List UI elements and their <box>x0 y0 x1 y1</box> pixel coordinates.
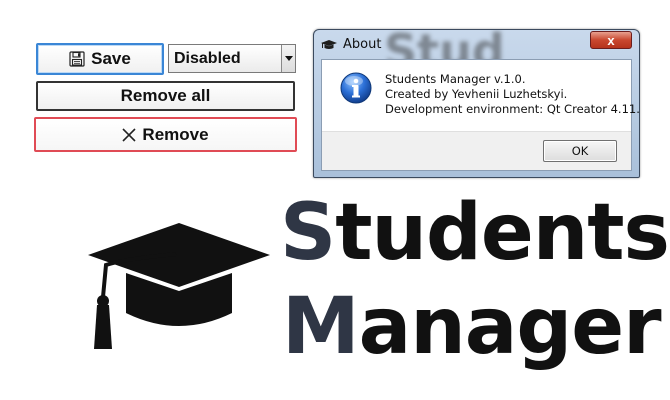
dialog-title: About <box>343 36 382 52</box>
remove-label: Remove <box>142 124 209 144</box>
save-button[interactable]: Save <box>36 43 164 75</box>
remove-button[interactable]: Remove <box>34 117 297 152</box>
floppy-disk-icon <box>69 51 85 67</box>
save-label: Save <box>91 49 131 68</box>
remove-all-label: Remove all <box>120 86 211 105</box>
remove-all-button[interactable]: Remove all <box>36 81 295 111</box>
dialog-message: Students Manager v.1.0. Created by Yevhe… <box>385 72 640 117</box>
about-dialog: Stud About x Students Manager v.1.0. Cre… <box>313 29 640 178</box>
ok-button[interactable]: OK <box>543 140 617 162</box>
logo-text-line2: Manager <box>282 282 662 372</box>
dialog-button-bar: OK <box>322 131 631 170</box>
information-icon <box>340 72 372 104</box>
dialog-message-line: Students Manager v.1.0. <box>385 72 526 86</box>
screen: Save Disabled Remove all Remove Stud Abo… <box>0 0 670 400</box>
graduation-cap-icon <box>84 221 274 361</box>
logo-initial: S <box>280 188 336 278</box>
ok-label: OK <box>571 144 589 158</box>
x-mark-icon <box>122 127 136 142</box>
chevron-down-icon[interactable] <box>281 45 295 72</box>
dialog-message-line: Development environment: Qt Creator 4.11… <box>385 102 640 116</box>
logo-text-line1: Students <box>280 188 670 278</box>
mode-select-value: Disabled <box>174 49 241 67</box>
logo-word-rest: anager <box>358 282 662 372</box>
dialog-message-line: Created by Yevhenii Luzhetskyi. <box>385 87 568 101</box>
mode-select[interactable]: Disabled <box>168 44 296 73</box>
close-icon: x <box>607 32 615 48</box>
dialog-content: Students Manager v.1.0. Created by Yevhe… <box>321 59 639 171</box>
close-button[interactable]: x <box>590 31 632 49</box>
logo-word-rest: tudents <box>335 188 670 278</box>
logo-initial: M <box>282 282 360 372</box>
graduation-cap-icon <box>321 38 337 50</box>
